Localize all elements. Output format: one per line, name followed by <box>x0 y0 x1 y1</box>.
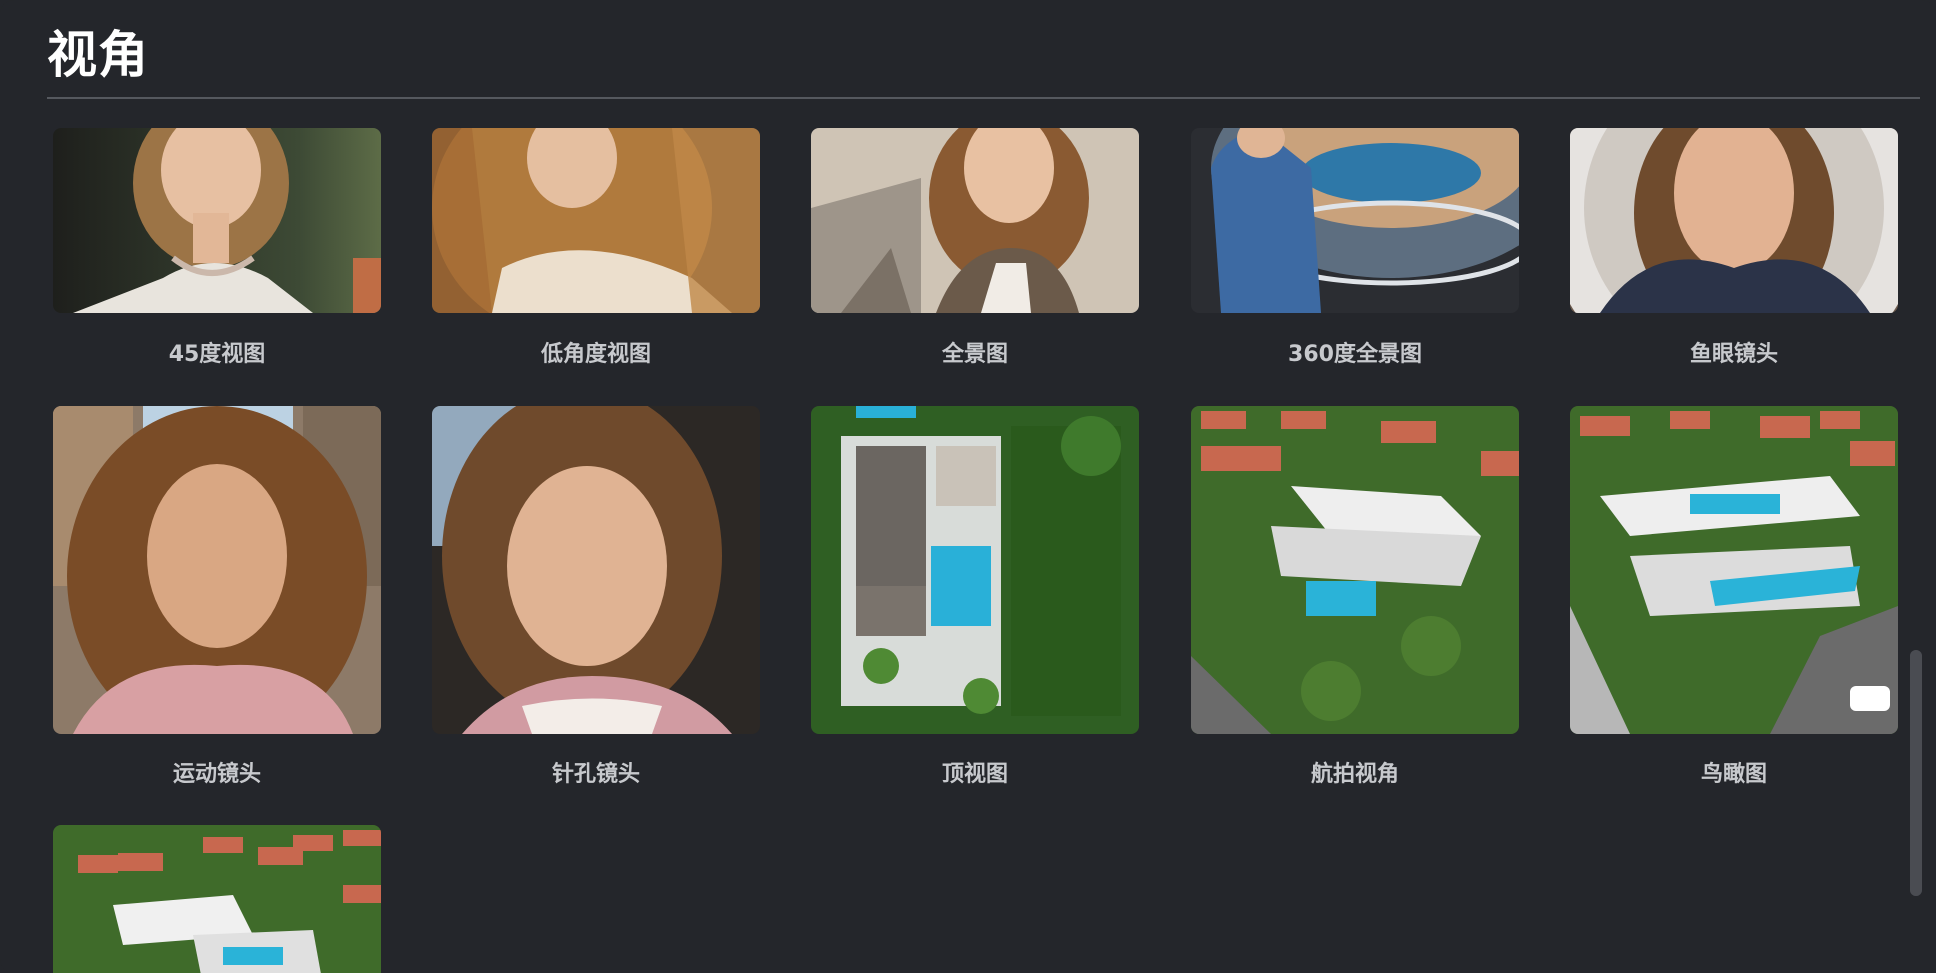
option-label: 鱼眼镜头 <box>1689 342 1778 367</box>
option-label: 顶视图 <box>941 762 1008 787</box>
view-angle-panel: 视角 45度视图 低角度视图 全景图 360度全景图 鱼眼镜头 运动镜头 针孔镜… <box>0 0 1936 973</box>
portrait-45-degree-image[interactable] <box>53 128 381 313</box>
option-label: 航拍视角 <box>1310 762 1399 787</box>
portrait-low-angle-image[interactable] <box>432 128 760 313</box>
option-label: 鸟瞰图 <box>1700 762 1767 787</box>
option-card-motion-lens[interactable]: 运动镜头 <box>53 406 381 787</box>
option-card-birds-eye[interactable]: 鸟瞰图 <box>1570 406 1898 787</box>
section-title: 视角 <box>47 26 149 84</box>
aerial-villa-image[interactable] <box>1191 406 1519 734</box>
option-card-panorama[interactable]: 全景图 <box>811 128 1139 367</box>
option-card-pinhole-lens[interactable]: 针孔镜头 <box>432 406 760 787</box>
motion-lens-portrait-image[interactable] <box>53 406 381 734</box>
portrait-panorama-image[interactable] <box>811 128 1139 313</box>
option-card-villa-partial[interactable] <box>53 825 381 973</box>
fisheye-lens-portrait-image[interactable] <box>1570 128 1898 313</box>
option-card-fisheye[interactable]: 鱼眼镜头 <box>1570 128 1898 367</box>
villa-partial-image[interactable] <box>53 825 381 973</box>
scrollbar-thumb[interactable] <box>1910 650 1922 896</box>
top-view-villa-image[interactable] <box>811 406 1139 734</box>
fisheye-360-panorama-image[interactable] <box>1191 128 1519 313</box>
scrollbar[interactable] <box>1910 650 1922 896</box>
option-label: 针孔镜头 <box>551 762 640 787</box>
option-card-aerial-view[interactable]: 航拍视角 <box>1191 406 1519 787</box>
option-card-top-view[interactable]: 顶视图 <box>811 406 1139 787</box>
option-card-low-angle[interactable]: 低角度视图 <box>432 128 760 367</box>
option-label: 45度视图 <box>168 342 266 367</box>
option-label: 运动镜头 <box>172 762 261 787</box>
option-card-45-degree[interactable]: 45度视图 <box>53 128 381 367</box>
option-label: 360度全景图 <box>1288 342 1422 367</box>
option-card-360-panorama[interactable]: 360度全景图 <box>1191 128 1519 367</box>
pinhole-lens-portrait-image[interactable] <box>432 406 760 734</box>
birds-eye-villa-image[interactable] <box>1570 406 1898 734</box>
option-label: 全景图 <box>941 342 1008 367</box>
option-label: 低角度视图 <box>540 342 651 367</box>
section-divider <box>47 97 1920 99</box>
